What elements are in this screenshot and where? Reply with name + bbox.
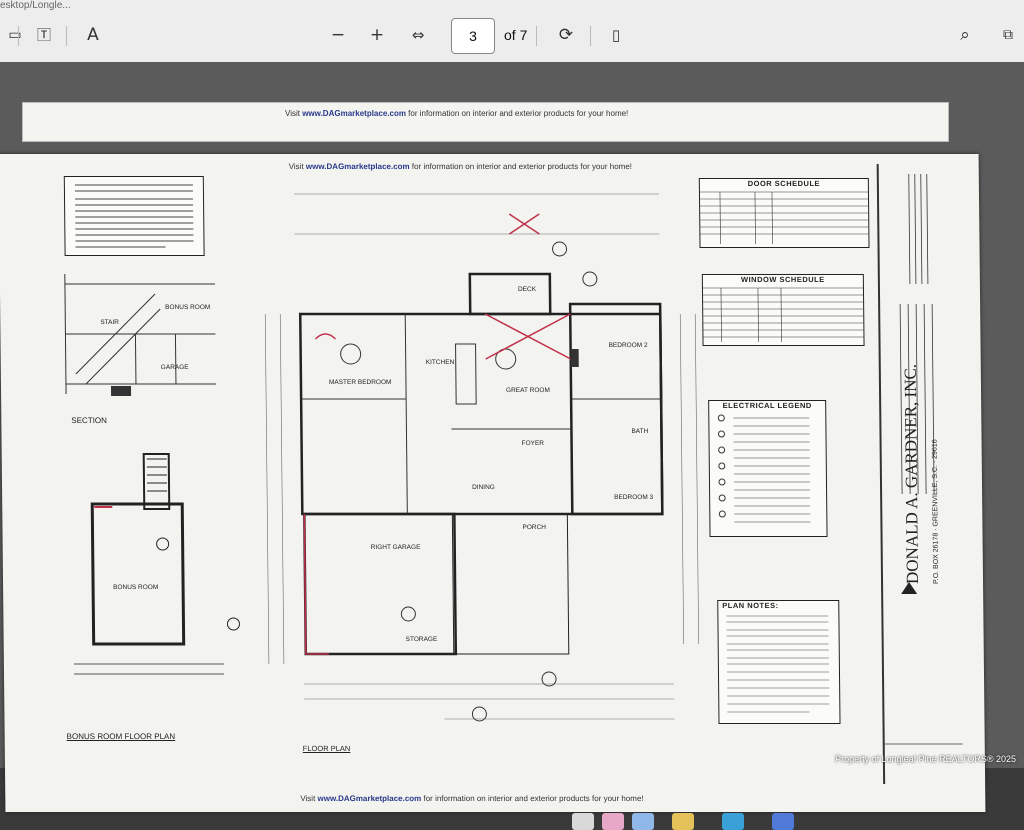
electrical-legend-title: ELECTRICAL LEGEND (722, 401, 812, 410)
taskbar-icons (540, 807, 840, 830)
section-label: SECTION (71, 416, 107, 425)
label-great-room: GREAT ROOM (505, 387, 550, 394)
stair-section-drawing (64, 274, 216, 396)
page-total-label: of 7 (504, 27, 528, 43)
page-banner-bottom: Visit www.DAGmarketplace.com for informa… (300, 794, 644, 803)
door-schedule: DOOR SCHEDULE (698, 178, 870, 248)
search-icon[interactable]: ⌕ (952, 22, 978, 48)
text-select-icon[interactable]: 🅃 (31, 22, 57, 48)
document-viewport[interactable]: Visit www.DAGmarketplace.com for informa… (0, 62, 1024, 830)
label-bath: BATH (631, 428, 649, 435)
taskbar-icon-1[interactable] (572, 813, 594, 830)
label-garage-section: GARAGE (160, 364, 189, 371)
plan-notes: PLAN NOTES: (717, 600, 841, 724)
previous-page: Visit www.DAGmarketplace.com for informa… (22, 102, 949, 142)
label-kitchen: KITCHEN (425, 359, 455, 366)
copyright-text-lines (74, 184, 194, 248)
label-foyer: FOYER (521, 440, 545, 447)
taskbar-edge-icon[interactable] (722, 813, 744, 830)
electrical-legend: ELECTRICAL LEGEND (708, 400, 828, 537)
fit-width-icon[interactable]: ⇔ (405, 22, 431, 48)
zoom-in-icon[interactable]: + (364, 22, 390, 48)
door-schedule-rows (699, 191, 869, 244)
label-bedroom-2: BEDROOM 2 (608, 342, 648, 349)
blueprint-page: Visit www.DAGmarketplace.com for informa… (0, 154, 986, 812)
label-storage: STORAGE (405, 636, 438, 643)
window-schedule: WINDOW SCHEDULE (701, 274, 865, 346)
taskbar-folder-icon[interactable] (672, 813, 694, 830)
label-master-bedroom: MASTER BEDROOM (328, 379, 392, 386)
label-porch: PORCH (522, 524, 546, 531)
label-deck: DECK (517, 286, 537, 293)
pdf-toolbar: esktop/Longle... ▭ 🅃 A − + ⇔ 3 of 7 ⟳ ▯ … (0, 0, 1024, 63)
label-bonus-room: BONUS ROOM (113, 584, 159, 591)
plan-notes-title: PLAN NOTES: (722, 601, 779, 610)
company-name: DONALD A. GARDNER, INC. (900, 363, 923, 584)
taskbar-icon-2[interactable] (602, 813, 624, 830)
plan-notes-lines (726, 615, 830, 713)
taskbar-icon-3[interactable] (632, 813, 654, 830)
bonus-room-plan-drawing (73, 453, 240, 675)
page-view-icon[interactable]: ▯ (603, 22, 629, 48)
watermark: Property of Longleaf Pine REALTORS® 2025 (835, 754, 1016, 764)
read-aloud-icon[interactable]: A (80, 22, 106, 48)
label-bonus-room-section: BONUS ROOM (165, 304, 211, 311)
page-banner-top: Visit www.DAGmarketplace.com for informa… (288, 162, 633, 171)
label-right-garage: RIGHT GARAGE (370, 544, 421, 551)
electrical-legend-rows (717, 414, 811, 523)
page-number-input[interactable]: 3 (451, 18, 495, 54)
label-bedroom-3: BEDROOM 3 (614, 494, 654, 501)
floor-plan-title: FLOOR PLAN (302, 744, 351, 753)
fullscreen-icon[interactable]: ⧉ (995, 22, 1021, 48)
window-schedule-title: WINDOW SCHEDULE (740, 275, 825, 284)
label-dining: DINING (472, 484, 495, 491)
taskbar-store-icon[interactable] (772, 813, 794, 830)
copyright-box (63, 176, 205, 256)
door-schedule-title: DOOR SCHEDULE (747, 179, 821, 188)
prev-page-banner: Visit www.DAGmarketplace.com for informa… (285, 109, 629, 118)
label-stair: STAIR (100, 319, 120, 326)
rotate-icon[interactable]: ⟳ (553, 22, 579, 48)
bonus-room-floor-plan-title: BONUS ROOM FLOOR PLAN (66, 732, 176, 741)
company-address: P.O. BOX 26178 · GREENVILLE, S.C. · 2961… (931, 439, 941, 584)
main-floor-plan-drawing (264, 193, 699, 722)
window-path: esktop/Longle... (0, 0, 71, 11)
window-schedule-rows (702, 287, 864, 342)
zoom-out-icon[interactable]: − (325, 22, 351, 48)
sidebar-icon[interactable]: ▭ (2, 22, 28, 48)
